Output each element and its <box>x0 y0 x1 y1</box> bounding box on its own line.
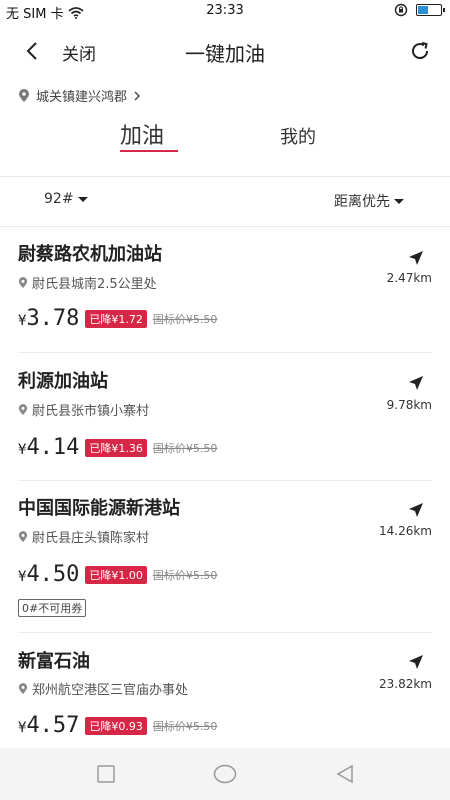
station-name: 尉蔡路农机加油站 <box>18 244 162 265</box>
sort-dropdown[interactable]: 距离优先 <box>334 191 404 211</box>
station-price: ¥4.50 <box>18 562 80 587</box>
station-distance: 9.78km <box>386 398 432 412</box>
station-price: ¥4.14 <box>18 435 80 460</box>
station-distance: 14.26km <box>379 524 432 538</box>
list-divider <box>18 632 432 633</box>
location-pin-icon <box>18 530 28 542</box>
standard-price: 国标价¥5.50 <box>152 568 218 582</box>
price-row: ¥4.57 已降¥0.93 国标价¥5.50 <box>18 713 217 738</box>
station-price: ¥3.78 <box>18 306 80 331</box>
divider <box>0 176 450 177</box>
discount-badge: 已降¥1.72 <box>85 309 147 328</box>
chevron-right-icon <box>134 91 141 100</box>
address-text: 尉氏县城南2.5公里处 <box>32 277 157 292</box>
refresh-icon[interactable] <box>408 39 432 63</box>
price-row: ¥4.14 已降¥1.36 国标价¥5.50 <box>18 435 217 460</box>
standard-price: 国标价¥5.50 <box>152 719 218 733</box>
navigate-arrow-icon[interactable] <box>408 502 424 518</box>
status-bar: 无 SIM 卡 23:33 <box>0 0 450 22</box>
price-row: ¥3.78 已降¥1.72 国标价¥5.50 <box>18 306 217 331</box>
station-card[interactable]: 中国国际能源新港站 尉氏县庄头镇陈家村 14.26km ¥4.50 已降¥1.0… <box>0 494 450 628</box>
page-title: 一键加油 <box>185 42 265 66</box>
station-card[interactable]: 利源加油站 尉氏县张市镇小寨村 9.78km ¥4.14 已降¥1.36 国标价… <box>0 367 450 479</box>
caret-down-icon <box>394 198 404 204</box>
recent-apps-icon[interactable] <box>96 764 116 784</box>
filter-bar: 92# 距离优先 <box>0 180 450 224</box>
station-distance: 2.47km <box>386 271 432 285</box>
list-divider <box>18 480 432 481</box>
nav-bar: 关闭 一键加油 <box>0 30 450 74</box>
navigate-arrow-icon[interactable] <box>408 375 424 391</box>
discount-badge: 已降¥1.00 <box>85 565 147 584</box>
back-icon[interactable] <box>335 764 355 784</box>
navigate-arrow-icon[interactable] <box>408 654 424 670</box>
station-card[interactable]: 新富石油 郑州航空港区三官庙办事处 23.82km ¥4.57 已降¥0.93 … <box>0 647 450 747</box>
navigate-arrow-icon[interactable] <box>408 250 424 266</box>
station-price: ¥4.57 <box>18 713 80 738</box>
location-pin-icon <box>19 88 29 102</box>
location-pin-icon <box>18 403 28 415</box>
discount-badge: 已降¥0.93 <box>85 716 147 735</box>
station-name: 中国国际能源新港站 <box>18 498 180 519</box>
screen: 无 SIM 卡 23:33 关闭 一键加油 城关镇建兴鸿郡 加油 我的 92# … <box>0 0 450 800</box>
clock: 23:33 <box>206 3 244 18</box>
battery-icon <box>416 4 445 16</box>
station-address: 尉氏县城南2.5公里处 <box>18 273 157 292</box>
station-address: 尉氏县张市镇小寨村 <box>18 400 149 419</box>
location-pin-icon <box>18 276 28 288</box>
tab-bar: 加油 我的 <box>0 118 450 162</box>
caret-down-icon <box>77 196 88 202</box>
station-card[interactable]: 尉蔡路农机加油站 尉氏县城南2.5公里处 2.47km ¥3.78 已降¥1.7… <box>0 240 450 352</box>
system-navigation-bar <box>0 748 450 800</box>
list-divider <box>18 352 432 353</box>
active-tab-indicator <box>120 150 178 152</box>
standard-price: 国标价¥5.50 <box>152 441 218 455</box>
station-distance: 23.82km <box>379 677 432 691</box>
divider <box>0 226 450 227</box>
fuel-type-dropdown[interactable]: 92# <box>44 191 88 207</box>
rotation-lock-icon <box>394 3 408 17</box>
price-row: ¥4.50 已降¥1.00 国标价¥5.50 <box>18 562 217 587</box>
station-name: 新富石油 <box>18 651 90 672</box>
station-name: 利源加油站 <box>18 371 108 392</box>
station-address: 郑州航空港区三官庙办事处 <box>18 679 188 698</box>
coupon-restriction-tag: 0#不可用券 <box>18 599 87 617</box>
station-address: 尉氏县庄头镇陈家村 <box>18 527 149 546</box>
tab-mine[interactable]: 我的 <box>280 123 316 149</box>
address-text: 尉氏县庄头镇陈家村 <box>32 531 150 546</box>
standard-price: 国标价¥5.50 <box>152 312 218 326</box>
tab-refuel[interactable]: 加油 <box>120 118 164 150</box>
location-selector[interactable]: 城关镇建兴鸿郡 <box>18 86 141 105</box>
fuel-type-label: 92# <box>44 191 74 207</box>
address-text: 郑州航空港区三官庙办事处 <box>32 683 189 698</box>
address-text: 尉氏县张市镇小寨村 <box>32 404 150 419</box>
discount-badge: 已降¥1.36 <box>85 438 147 457</box>
location-label: 城关镇建兴鸿郡 <box>36 90 128 105</box>
sort-label: 距离优先 <box>334 194 390 210</box>
home-icon[interactable] <box>213 764 237 784</box>
location-pin-icon <box>18 682 28 694</box>
